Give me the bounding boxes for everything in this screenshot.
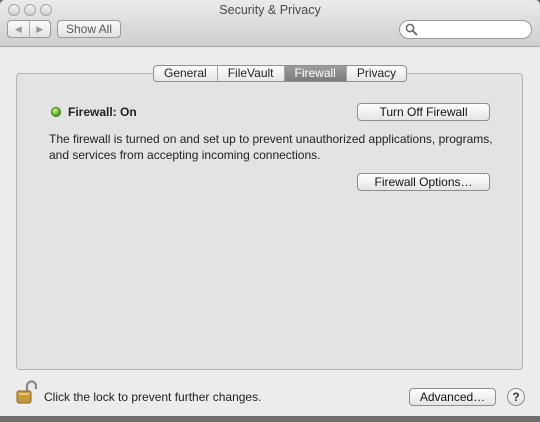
title-bar: Security & Privacy ◀ ▶ Show All — [0, 0, 540, 47]
firewall-status-label: Firewall: On — [68, 105, 137, 119]
lock-button[interactable] — [16, 380, 38, 406]
chevron-left-icon: ◀ — [14, 23, 22, 34]
firewall-description: The firewall is turned on and set up to … — [49, 132, 493, 162]
firewall-status-indicator — [51, 107, 61, 117]
help-button[interactable]: ? — [507, 388, 525, 406]
window-title: Security & Privacy — [219, 3, 321, 17]
tab-privacy[interactable]: Privacy — [345, 66, 406, 81]
turn-off-firewall-button[interactable]: Turn Off Firewall — [357, 103, 490, 121]
tab-general[interactable]: General — [154, 66, 217, 81]
preference-tabs: General FileVault Firewall Privacy — [153, 65, 408, 82]
lock-instruction: Click the lock to prevent further change… — [44, 390, 262, 404]
search-icon — [405, 23, 418, 36]
show-all-button[interactable]: Show All — [57, 20, 121, 38]
unlocked-padlock-icon — [16, 380, 38, 404]
advanced-button[interactable]: Advanced… — [409, 388, 496, 406]
firewall-options-button[interactable]: Firewall Options… — [357, 173, 490, 191]
search-field[interactable] — [399, 20, 532, 39]
back-forward-buttons: ◀ ▶ — [7, 20, 51, 38]
tab-filevault[interactable]: FileVault — [216, 66, 284, 81]
forward-button[interactable]: ▶ — [28, 21, 51, 37]
chevron-right-icon: ▶ — [36, 23, 44, 34]
tab-firewall[interactable]: Firewall — [283, 66, 346, 81]
back-button[interactable]: ◀ — [8, 21, 29, 37]
background-strip — [0, 416, 540, 422]
security-privacy-window: Security & Privacy ◀ ▶ Show All General … — [0, 0, 540, 422]
search-input[interactable] — [420, 22, 528, 38]
